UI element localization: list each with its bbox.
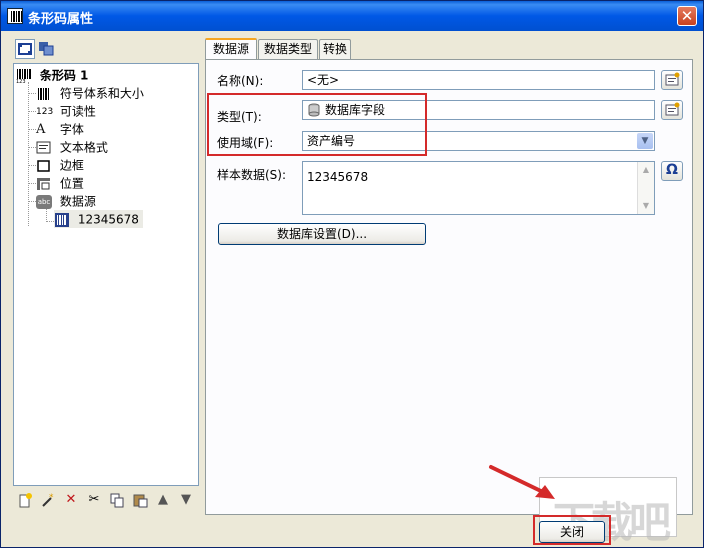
tree-item-label: 边框: [59, 158, 84, 173]
red-arrow-annotation: [489, 465, 555, 499]
tree-child-label: 12345678: [77, 212, 139, 227]
position-icon: [36, 177, 52, 191]
sample-scrollbar[interactable]: ▲ ▼: [637, 162, 654, 214]
tree-item-position[interactable]: 位置: [36, 174, 84, 192]
svg-text:*: *: [49, 493, 54, 503]
name-browse-button[interactable]: [661, 70, 683, 90]
database-settings-button[interactable]: 数据库设置(D)...: [218, 223, 426, 245]
up-icon[interactable]: ▲: [155, 492, 171, 508]
name-label: 名称(N):: [217, 74, 264, 88]
tree-item-label: 文本格式: [59, 140, 108, 155]
tree-item-border[interactable]: 边框: [36, 156, 84, 174]
tree-root-barcode[interactable]: 123 条形码 1: [16, 66, 89, 85]
layers-view-button[interactable]: [37, 39, 57, 59]
tree-item-label: 可读性: [59, 104, 96, 119]
dialog-window: 条形码属性 ✕ 123 条形码 1 符号体系和大小 123 可读性 A 字体 文…: [0, 0, 704, 548]
tree-item-readability[interactable]: 123 可读性: [36, 102, 96, 120]
properties-tree: 123 条形码 1 符号体系和大小 123 可读性 A 字体 文本格式 边框 位…: [13, 63, 199, 486]
edit-list-icon: [665, 72, 680, 86]
sample-label: 样本数据(S):: [217, 168, 287, 182]
down-icon[interactable]: ▼: [178, 492, 194, 508]
chevron-down-icon[interactable]: ▼: [637, 133, 653, 149]
barcode-datasource-icon: [54, 212, 70, 227]
highlight-box-close: [533, 515, 611, 545]
border-icon: [36, 159, 52, 173]
title-bar: 条形码属性 ✕: [1, 1, 703, 31]
tree-view-icon: [18, 43, 32, 55]
barcode-app-icon: [7, 8, 23, 24]
highlight-box-type-field: [207, 93, 427, 156]
svg-text:123: 123: [16, 79, 26, 83]
sample-value: 12345678: [307, 170, 369, 184]
font-icon: A: [36, 121, 46, 137]
barcode-icon: [36, 87, 52, 101]
tree-item-datasource[interactable]: abc 数据源: [36, 192, 96, 210]
tree-item-label: 数据源: [59, 194, 96, 209]
datasource-icon: abc: [36, 194, 52, 209]
tree-child-sample[interactable]: 12345678: [54, 210, 143, 228]
layers-icon: [39, 42, 54, 56]
close-window-button[interactable]: ✕: [677, 6, 697, 26]
tree-root-label: 条形码 1: [39, 68, 89, 83]
tree-item-label: 符号体系和大小: [59, 86, 144, 101]
wizard-icon[interactable]: *: [40, 492, 56, 508]
tab-datasource[interactable]: 数据源: [205, 38, 257, 60]
text-format-icon: [36, 141, 52, 155]
tree-item-label: 位置: [59, 176, 84, 191]
new-icon[interactable]: [17, 492, 33, 508]
tree-bottom-toolbar: * ✕ ✂ ▲ ▼: [13, 490, 199, 512]
paste-icon[interactable]: [132, 492, 148, 508]
copy-icon[interactable]: [109, 492, 125, 508]
tab-transform[interactable]: 转换: [319, 39, 351, 59]
tree-toolbar: [13, 38, 199, 62]
name-field[interactable]: <无>: [302, 70, 655, 90]
omega-symbol-button[interactable]: Ω: [661, 161, 683, 181]
tree-item-font[interactable]: A 字体: [36, 120, 84, 138]
tree-item-text-format[interactable]: 文本格式: [36, 138, 108, 156]
tree-view-button[interactable]: [15, 39, 35, 59]
barcode-icon: 123: [16, 68, 32, 85]
sample-data-textarea[interactable]: 12345678 ▲ ▼: [302, 161, 655, 215]
edit-list-icon: [665, 102, 680, 116]
tab-datatype[interactable]: 数据类型: [258, 39, 318, 59]
window-title: 条形码属性: [28, 12, 94, 27]
left-panel: 123 条形码 1 符号体系和大小 123 可读性 A 字体 文本格式 边框 位…: [13, 38, 199, 513]
delete-icon[interactable]: ✕: [63, 492, 79, 508]
type-browse-button[interactable]: [661, 100, 683, 120]
cut-icon[interactable]: ✂: [86, 492, 102, 508]
tree-item-label: 字体: [59, 122, 84, 137]
tree-item-symbology[interactable]: 符号体系和大小: [36, 84, 144, 102]
numbers-icon: 123: [36, 106, 54, 117]
